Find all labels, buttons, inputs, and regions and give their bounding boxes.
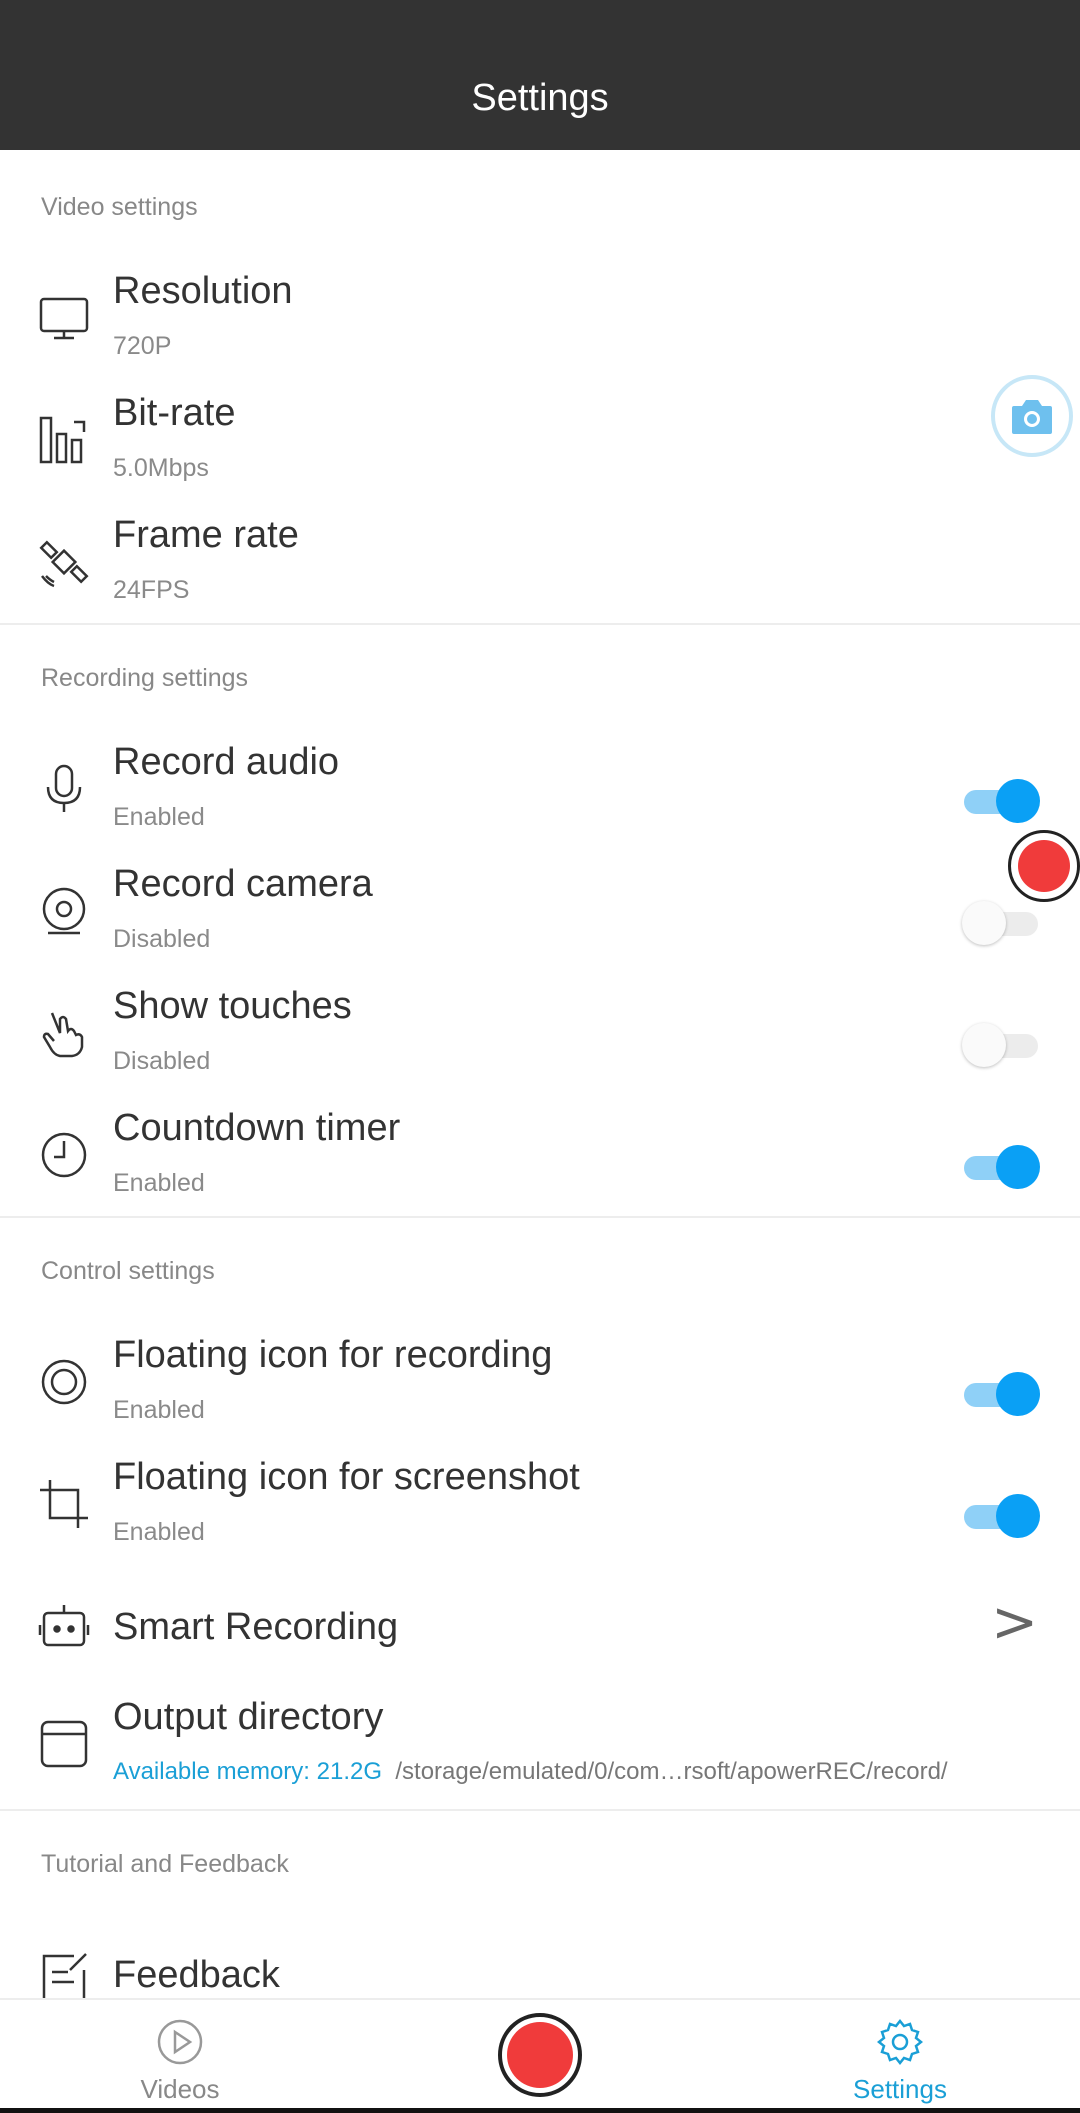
divider — [0, 623, 1080, 625]
crop-icon — [38, 1478, 90, 1530]
setting-title: Frame rate — [113, 514, 299, 556]
setting-feedback[interactable]: Feedback — [0, 1930, 1080, 1998]
setting-value: 5.0Mbps — [113, 454, 209, 482]
section-header-recording: Recording settings — [41, 664, 249, 692]
setting-value: Disabled — [113, 925, 211, 953]
gear-icon — [876, 2018, 924, 2066]
setting-record-audio[interactable]: Record audio Enabled — [0, 733, 1080, 855]
setting-record-camera[interactable]: Record camera Disabled — [0, 855, 1080, 977]
setting-value: 24FPS — [113, 576, 190, 604]
floating-screenshot-toggle[interactable] — [962, 1494, 1040, 1538]
setting-value: Disabled — [113, 1047, 211, 1075]
setting-title: Bit-rate — [113, 392, 236, 434]
setting-value: Enabled — [113, 1518, 205, 1546]
setting-output-directory[interactable]: Output directory Available memory: 21.2G… — [0, 1688, 1080, 1810]
countdown-timer-toggle[interactable] — [962, 1145, 1040, 1189]
record-ring-icon — [38, 1356, 90, 1408]
setting-title: Feedback — [113, 1954, 280, 1996]
setting-title: Output directory — [113, 1696, 384, 1738]
nav-settings-label: Settings — [853, 2074, 947, 2104]
nav-videos[interactable]: Videos — [80, 2000, 280, 2113]
chevron-right-icon: > — [991, 1590, 1038, 1655]
play-circle-icon — [157, 2019, 203, 2065]
setting-title: Floating icon for recording — [113, 1334, 553, 1376]
microphone-icon — [38, 763, 90, 815]
setting-title: Record audio — [113, 741, 340, 783]
record-dot-icon — [507, 2022, 573, 2088]
clock-icon — [38, 1129, 90, 1181]
output-path: /storage/emulated/0/com…rsoft/apowerREC/… — [395, 1758, 948, 1785]
webcam-icon — [38, 885, 90, 937]
system-nav-strip — [0, 2108, 1080, 2113]
show-touches-toggle[interactable] — [962, 1023, 1040, 1067]
setting-title: Floating icon for screenshot — [113, 1456, 580, 1498]
nav-videos-label: Videos — [140, 2074, 220, 2104]
divider — [0, 1216, 1080, 1218]
app-bar: Settings — [0, 0, 1080, 150]
setting-framerate[interactable]: Frame rate 24FPS — [0, 506, 1080, 628]
section-header-control: Control settings — [41, 1257, 215, 1285]
setting-floating-record-icon[interactable]: Floating icon for recording Enabled — [0, 1326, 1080, 1448]
page-title: Settings — [471, 77, 609, 119]
satellite-icon — [38, 536, 90, 588]
output-info: Available memory: 21.2G /storage/emulate… — [113, 1758, 948, 1786]
hand-pointer-icon — [38, 1007, 90, 1059]
setting-title: Countdown timer — [113, 1107, 401, 1149]
setting-bitrate[interactable]: Bit-rate 5.0Mbps — [0, 384, 1080, 506]
bar-chart-icon — [38, 414, 90, 466]
section-header-tutorial: Tutorial and Feedback — [41, 1850, 289, 1878]
floating-record-toggle[interactable] — [962, 1372, 1040, 1416]
floating-record-button[interactable] — [1008, 830, 1080, 902]
setting-value: Enabled — [113, 1169, 205, 1197]
setting-show-touches[interactable]: Show touches Disabled — [0, 977, 1080, 1099]
setting-resolution[interactable]: Resolution 720P — [0, 262, 1080, 384]
section-header-video: Video settings — [41, 193, 198, 221]
monitor-icon — [38, 292, 90, 344]
robot-icon — [38, 1601, 90, 1653]
setting-title: Show touches — [113, 985, 352, 1027]
folder-box-icon — [38, 1718, 90, 1770]
divider — [0, 1809, 1080, 1811]
record-dot-icon — [1018, 840, 1070, 892]
setting-title: Resolution — [113, 270, 293, 312]
available-memory: Available memory: 21.2G — [113, 1758, 383, 1785]
record-audio-toggle[interactable] — [962, 779, 1040, 823]
setting-countdown-timer[interactable]: Countdown timer Enabled — [0, 1099, 1080, 1221]
setting-value: Enabled — [113, 803, 205, 831]
record-button[interactable] — [498, 2013, 582, 2097]
setting-floating-screenshot-icon[interactable]: Floating icon for screenshot Enabled — [0, 1448, 1080, 1570]
nav-settings[interactable]: Settings — [800, 2000, 1000, 2113]
setting-title: Record camera — [113, 863, 373, 905]
setting-value: 720P — [113, 332, 172, 360]
camera-icon — [1012, 400, 1052, 434]
floating-screenshot-button[interactable] — [991, 375, 1073, 457]
setting-smart-recording[interactable]: Smart Recording > — [0, 1568, 1080, 1686]
edit-document-icon — [38, 1952, 90, 1998]
record-camera-toggle[interactable] — [962, 901, 1040, 945]
setting-value: Enabled — [113, 1396, 205, 1424]
setting-title: Smart Recording — [113, 1606, 399, 1648]
